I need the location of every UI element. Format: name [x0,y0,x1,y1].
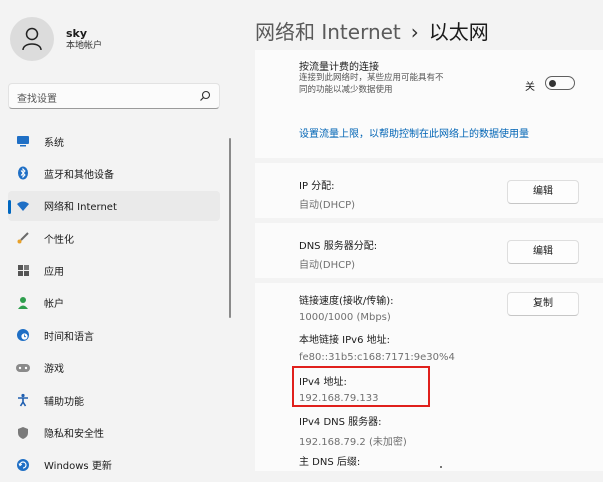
sidebar-item-label: 游戏 [44,364,64,376]
sidebar-nav: 系统 蓝牙和其他设备 网络和 Internet 个性化 应用 帐户 时间和语言 … [8,126,220,482]
accessibility-icon [14,391,32,409]
main-content: 网络和 Internet › 以太网 按流量计费的连接 连接到此网络时，某些应用可能… [255,0,603,471]
search-input[interactable]: 查找设置 [8,83,220,109]
data-limit-link[interactable]: 设置流量上限，以帮助控制在此网络上的数据使用量 [299,125,529,140]
dns-suffix-label: 主 DNS 后缀: [299,457,361,468]
gamepad-icon [14,359,32,377]
monitor-icon [14,132,32,150]
sidebar-item-label: 蓝牙和其他设备 [44,169,114,181]
copy-button[interactable]: 复制 [507,292,579,316]
breadcrumb-separator: › [410,20,419,44]
toggle-knob [549,79,556,87]
sidebar-item-personalization[interactable]: 个性化 [8,223,220,253]
globe-clock-icon [14,326,32,344]
ip-assignment-label: IP 分配: [299,181,335,192]
search-placeholder: 查找设置 [17,94,57,105]
metered-toggle-state: 关 [525,82,535,93]
update-icon [14,456,32,474]
ip-edit-button[interactable]: 编辑 [507,180,579,204]
sidebar-item-label: 系统 [44,137,64,149]
search-icon[interactable] [199,90,211,102]
sidebar-item-label: 应用 [44,267,64,279]
user-profile[interactable]: sky 本地帐户 [10,17,102,61]
breadcrumb-parent[interactable]: 网络和 Internet [255,20,401,44]
properties-card: 链接速度(接收/传输): 1000/1000 (Mbps) 复制 本地链接 IP… [255,283,603,471]
sidebar-item-label: 辅助功能 [44,396,84,408]
sidebar-item-apps[interactable]: 应用 [8,256,220,286]
sidebar-item-system[interactable]: 系统 [8,126,220,156]
sidebar-item-label: Windows 更新 [44,461,112,473]
metered-connection-description: 连接到此网络时，某些应用可能具有不同的功能以减少数据使用 [299,73,444,95]
dns-assignment-card: DNS 服务器分配: 自动(DHCP) 编辑 [255,223,603,278]
avatar[interactable] [10,17,54,61]
wifi-icon [14,197,32,215]
ipv4-highlight-box [292,366,430,407]
sidebar-item-network[interactable]: 网络和 Internet [8,190,220,221]
dns-assignment-value: 自动(DHCP) [299,260,356,271]
sidebar-item-bluetooth[interactable]: 蓝牙和其他设备 [8,158,220,188]
bluetooth-icon [14,164,32,182]
apps-icon [14,262,32,280]
person-icon [14,294,32,312]
breadcrumb: 网络和 Internet › 以太网 [255,16,489,45]
ipv4-dns-label: IPv4 DNS 服务器: [299,417,382,428]
shield-icon [14,424,32,442]
user-account-type: 本地帐户 [66,40,103,51]
sidebar-item-label: 时间和语言 [44,331,94,343]
sidebar-item-accounts[interactable]: 帐户 [8,288,220,318]
sidebar-item-windows-update[interactable]: Windows 更新 [8,450,220,480]
user-name: sky [66,26,88,40]
metered-connection-title: 按流量计费的连接 [299,62,379,73]
sidebar-item-label: 帐户 [44,299,64,311]
sidebar-item-accessibility[interactable]: 辅助功能 [8,385,220,415]
cursor-dot [440,466,442,468]
sidebar: sky 本地帐户 查找设置 系统 蓝牙和其他设备 网络和 Internet 个性… [0,0,232,472]
sidebar-item-label: 个性化 [44,234,74,246]
sidebar-item-gaming[interactable]: 游戏 [8,353,220,383]
sidebar-item-time-language[interactable]: 时间和语言 [8,320,220,350]
ipv6-address-value: fe80::31b5:c168:7171:9e30%4 [299,352,455,363]
brush-icon [14,229,32,247]
sidebar-item-label: 网络和 Internet [44,202,117,214]
link-speed-label: 链接速度(接收/传输): [299,296,394,307]
page-title: 以太网 [428,20,489,44]
dns-edit-button[interactable]: 编辑 [507,240,579,264]
metered-toggle[interactable] [545,76,575,90]
sidebar-item-label: 隐私和安全性 [44,429,104,441]
link-speed-value: 1000/1000 (Mbps) [299,312,391,323]
ip-assignment-value: 自动(DHCP) [299,200,356,211]
sidebar-scrollbar[interactable] [229,138,231,318]
ipv6-address-label: 本地链接 IPv6 地址: [299,335,390,346]
ip-assignment-card: IP 分配: 自动(DHCP) 编辑 [255,163,603,218]
dns-assignment-label: DNS 服务器分配: [299,241,378,252]
sidebar-item-privacy[interactable]: 隐私和安全性 [8,418,220,448]
metered-connection-card: 按流量计费的连接 连接到此网络时，某些应用可能具有不同的功能以减少数据使用 关 … [255,50,603,158]
person-icon [22,27,42,51]
ipv4-dns-value: 192.168.79.2 (未加密) [299,437,407,448]
selection-indicator [8,199,11,214]
